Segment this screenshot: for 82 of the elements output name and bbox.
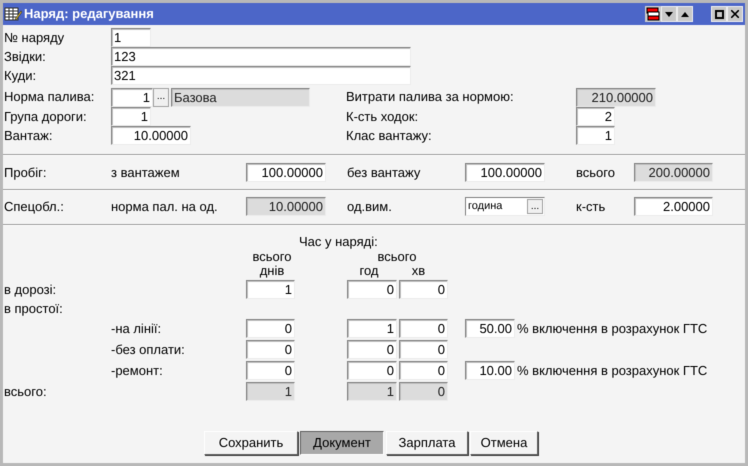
input-field: 10.00000 [246,197,326,216]
input-field[interactable]: 0 [246,361,295,380]
field-label: в дорозі: [4,282,56,297]
stack-icon[interactable] [645,6,661,22]
field-label: Група дороги: [4,108,87,124]
field-value: година [468,199,502,214]
input-field[interactable]: 1 [347,319,397,338]
input-field[interactable]: 2.00000 [634,197,713,216]
field-label: Куди: [4,68,36,83]
browse-button[interactable]: ... [153,88,169,106]
dialog-button[interactable]: Отмена [470,431,538,455]
input-field[interactable]: 2 [576,107,615,126]
field-label: норма пал. на од. [111,198,218,214]
input-field[interactable]: 1 [111,107,151,126]
field-label: Норма палива: [4,89,94,104]
field-label: Спецобл.: [4,198,64,214]
field-label: % включення в розрахунок ГТС [517,362,708,380]
field-label: од.вим. [347,198,392,214]
input-field[interactable]: 1 [576,126,615,145]
field-label: к-сть [576,198,606,214]
input-field: 200.00000 [634,163,713,182]
column-header: всього [252,249,292,264]
input-field: 1 [347,382,397,401]
up-triangle-icon [681,12,689,16]
section-title: Час у наряді: [299,233,378,252]
dialog-button[interactable]: Сохранить [204,431,298,455]
input-field[interactable]: 0 [399,340,448,359]
column-header: хв [412,263,426,278]
input-field: 0 [399,382,448,401]
input-field[interactable]: 10.00 [465,361,515,380]
input-field[interactable]: 50.00 [465,319,515,338]
down-triangle-icon [665,12,673,16]
field-label: К-сть ходок: [346,108,418,124]
input-field[interactable]: 0 [347,280,397,299]
input-field[interactable]: 0 [399,319,448,338]
field-label: без вантажу [347,164,420,180]
maximize-button[interactable] [711,6,727,22]
field-label: -на лінії: [111,320,162,336]
table-icon [4,6,22,22]
input-field[interactable]: 1 [246,280,295,299]
field-label: -без оплати: [111,342,185,357]
input-field: 210.00000 [576,88,656,106]
close-icon [731,10,739,18]
field-label: % включення в розрахунок ГТС [517,320,708,338]
dialog-button[interactable]: Документ [300,431,384,455]
input-field[interactable]: 100.00000 [246,163,326,182]
input-field[interactable]: 0 [347,340,397,359]
field-label: Клас вантажу: [346,128,432,143]
input-field[interactable]: 0 [246,340,295,359]
field-label: з вантажем [111,164,180,180]
input-field: Базова [171,88,310,106]
field-label: Витрати палива за нормою: [346,89,514,104]
input-field[interactable]: 0 [246,319,295,338]
dropdown-field[interactable]: година ... [465,197,545,216]
input-field[interactable]: 123 [111,47,411,66]
input-field[interactable]: 321 [111,66,411,85]
close-button[interactable] [727,6,743,22]
column-header: всього [378,249,416,264]
input-field[interactable]: 1 [111,28,151,47]
maximize-icon [714,10,724,18]
input-field[interactable]: 0 [399,361,448,380]
field-label: всього: [4,384,47,399]
input-field[interactable]: 100.00000 [465,163,545,182]
scroll-down-button[interactable] [661,6,677,22]
field-label: Вантаж: [4,128,52,143]
input-field[interactable]: 1 [111,88,153,106]
column-header: днів [260,263,284,278]
dialog-button[interactable]: Зарплата [386,431,468,455]
column-header: год [360,263,378,278]
field-label: Пробіг: [4,164,46,180]
field-label: Звідки: [4,48,46,64]
scroll-up-button[interactable] [677,6,693,22]
input-field[interactable]: 10.00000 [111,126,191,145]
field-label: № наряду [4,30,64,45]
field-label: всього [576,164,615,180]
input-field[interactable]: 0 [347,361,397,380]
window-title: Наряд: редагування [24,5,154,24]
browse-button[interactable]: ... [527,199,543,214]
input-field: 1 [246,382,295,401]
field-label: в простої: [4,301,63,316]
input-field[interactable]: 0 [399,280,448,299]
field-label: -ремонт: [111,362,163,378]
